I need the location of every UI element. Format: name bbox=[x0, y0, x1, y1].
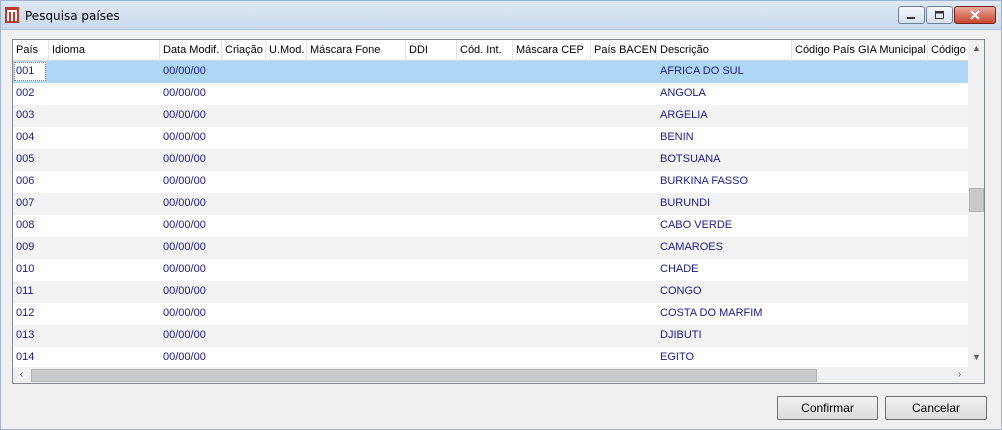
table-row[interactable]: 009 00/00/00 CAMAROES bbox=[13, 237, 968, 259]
cell-descricao: ANGOLA bbox=[660, 87, 706, 99]
cell-descricao: CHADE bbox=[660, 263, 699, 275]
cell-pais: 002 bbox=[16, 87, 35, 99]
cell-data-modif: 00/00/00 bbox=[163, 87, 206, 99]
column-header-descricao[interactable]: Descrição bbox=[657, 40, 792, 61]
dialog-window: Pesquisa países País Idioma Data Modif. … bbox=[0, 0, 1002, 430]
minimize-button[interactable] bbox=[898, 6, 925, 24]
table-row[interactable]: 005 00/00/00 BOTSUANA bbox=[13, 149, 968, 171]
cell-data-modif: 00/00/00 bbox=[163, 65, 206, 77]
cell-data-modif: 00/00/00 bbox=[163, 197, 206, 209]
column-header-codigo[interactable]: Código bbox=[928, 40, 968, 61]
cell-pais: 012 bbox=[16, 307, 35, 319]
scroll-left-arrow-icon[interactable]: ‹ bbox=[13, 367, 30, 383]
column-header-idioma[interactable]: Idioma bbox=[49, 40, 160, 61]
cell-pais: 004 bbox=[16, 131, 35, 143]
scrollbar-corner bbox=[968, 367, 984, 383]
horizontal-scroll-thumb[interactable] bbox=[31, 369, 817, 382]
cancel-button[interactable]: Cancelar bbox=[885, 396, 987, 420]
cell-pais: 013 bbox=[16, 329, 35, 341]
cell-data-modif: 00/00/00 bbox=[163, 109, 206, 121]
cell-descricao: CONGO bbox=[660, 285, 702, 297]
cell-pais: 008 bbox=[16, 219, 35, 231]
close-icon bbox=[970, 10, 980, 20]
cell-descricao: EGITO bbox=[660, 351, 695, 363]
cell-pais: 009 bbox=[16, 241, 35, 253]
column-header-codigo-pais-gia-municipal[interactable]: Código País GIA Municipal bbox=[792, 40, 928, 61]
cell-data-modif: 00/00/00 bbox=[163, 175, 206, 187]
cell-descricao: BOTSUANA bbox=[660, 153, 721, 165]
cell-descricao: DJIBUTI bbox=[660, 329, 702, 341]
confirm-button-label: Confirmar bbox=[801, 401, 854, 415]
cancel-button-label: Cancelar bbox=[911, 401, 961, 415]
cell-descricao: BURKINA FASSO bbox=[660, 175, 749, 187]
cell-data-modif: 00/00/00 bbox=[163, 307, 206, 319]
cell-pais: 010 bbox=[16, 263, 35, 275]
vertical-scrollbar[interactable]: ▲ ▼ bbox=[968, 40, 984, 367]
maximize-button[interactable] bbox=[926, 6, 953, 24]
table-row[interactable]: 002 00/00/00 ANGOLA bbox=[13, 83, 968, 105]
window-title: Pesquisa países bbox=[25, 9, 120, 23]
close-button[interactable] bbox=[954, 6, 996, 24]
column-header-mascara-fone[interactable]: Máscara Fone bbox=[307, 40, 406, 61]
countries-grid[interactable]: País Idioma Data Modif. Criação U.Mod. M… bbox=[12, 39, 985, 384]
column-header-criacao[interactable]: Criação bbox=[222, 40, 266, 61]
table-row[interactable]: 003 00/00/00 ARGELIA bbox=[13, 105, 968, 127]
cell-pais: 007 bbox=[16, 197, 35, 209]
app-logo-icon bbox=[5, 7, 19, 23]
cell-data-modif: 00/00/00 bbox=[163, 329, 206, 341]
table-row[interactable]: 012 00/00/00 COSTA DO MARFIM bbox=[13, 303, 968, 325]
cell-pais: 006 bbox=[16, 175, 35, 187]
scroll-right-arrow-icon[interactable]: › bbox=[951, 367, 968, 383]
minimize-icon bbox=[907, 16, 915, 19]
horizontal-scrollbar[interactable]: ‹ › bbox=[13, 367, 968, 383]
cell-data-modif: 00/00/00 bbox=[163, 153, 206, 165]
title-bar[interactable]: Pesquisa países bbox=[1, 1, 1001, 30]
column-header-ddi[interactable]: DDI bbox=[406, 40, 457, 61]
table-row[interactable]: 013 00/00/00 DJIBUTI bbox=[13, 325, 968, 347]
cell-descricao: CABO VERDE bbox=[660, 219, 733, 231]
cell-data-modif: 00/00/00 bbox=[163, 219, 206, 231]
cell-descricao: COSTA DO MARFIM bbox=[660, 307, 763, 319]
window-controls bbox=[898, 6, 996, 24]
cell-data-modif: 00/00/00 bbox=[163, 131, 206, 143]
cell-descricao: BURUNDI bbox=[660, 197, 711, 209]
scroll-up-arrow-icon[interactable]: ▲ bbox=[968, 40, 984, 57]
grid-header: País Idioma Data Modif. Criação U.Mod. M… bbox=[13, 40, 968, 61]
column-header-u-mod[interactable]: U.Mod. bbox=[266, 40, 307, 61]
column-header-cod-int[interactable]: Cód. Int. bbox=[457, 40, 513, 61]
cell-descricao: BENIN bbox=[660, 131, 694, 143]
column-header-pais-bacen[interactable]: País BACEN bbox=[591, 40, 657, 61]
cell-pais: 014 bbox=[16, 351, 35, 363]
cell-descricao: AFRICA DO SUL bbox=[660, 65, 744, 77]
cell-pais: 005 bbox=[16, 153, 35, 165]
table-row[interactable]: 010 00/00/00 CHADE bbox=[13, 259, 968, 281]
cell-descricao: CAMAROES bbox=[660, 241, 723, 253]
table-row[interactable]: 004 00/00/00 BENIN bbox=[13, 127, 968, 149]
column-header-data-modif[interactable]: Data Modif. bbox=[160, 40, 222, 61]
cell-descricao: ARGELIA bbox=[660, 109, 708, 121]
maximize-icon bbox=[934, 10, 944, 19]
table-row[interactable]: 008 00/00/00 CABO VERDE bbox=[13, 215, 968, 237]
cell-data-modif: 00/00/00 bbox=[163, 351, 206, 363]
column-header-pais[interactable]: País bbox=[13, 40, 49, 61]
grid-rows: 001 00/00/00 AFRICA DO SUL 002 00/00/00 … bbox=[13, 61, 968, 367]
cell-pais: 003 bbox=[16, 109, 35, 121]
cell-data-modif: 00/00/00 bbox=[163, 241, 206, 253]
cell-pais: 001 bbox=[16, 65, 35, 77]
cell-data-modif: 00/00/00 bbox=[163, 285, 206, 297]
vertical-scroll-thumb[interactable] bbox=[969, 188, 984, 212]
confirm-button[interactable]: Confirmar bbox=[777, 396, 878, 420]
cell-pais: 011 bbox=[16, 285, 34, 297]
table-row[interactable]: 011 00/00/00 CONGO bbox=[13, 281, 968, 303]
scroll-down-arrow-icon[interactable]: ▼ bbox=[968, 349, 984, 366]
cell-data-modif: 00/00/00 bbox=[163, 263, 206, 275]
table-row[interactable]: 014 00/00/00 EGITO bbox=[13, 347, 968, 367]
column-header-mascara-cep[interactable]: Máscara CEP bbox=[513, 40, 591, 61]
table-row[interactable]: 006 00/00/00 BURKINA FASSO bbox=[13, 171, 968, 193]
table-row[interactable]: 007 00/00/00 BURUNDI bbox=[13, 193, 968, 215]
table-row[interactable]: 001 00/00/00 AFRICA DO SUL bbox=[13, 61, 968, 83]
